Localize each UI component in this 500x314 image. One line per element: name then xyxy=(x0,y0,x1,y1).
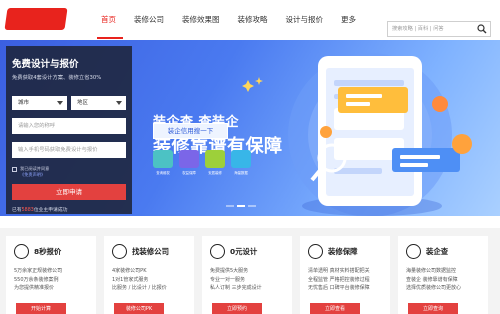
company-pk-button[interactable]: 装修公司PK xyxy=(114,303,164,314)
view-guarantee-button[interactable]: 立即查看 xyxy=(310,303,360,314)
name-input-placeholder: 请输入您的称呼 xyxy=(18,123,56,129)
feature-card-desc-line: 私人订制 三步完成设计 xyxy=(210,285,262,292)
calculator-icon xyxy=(14,244,29,259)
disclaimer-link[interactable]: 《免责声明》 xyxy=(20,172,45,178)
feature-card-quote: 8秒报价 5万余家正规装修公司 550万余条装修案例 为您提供精准报价 开始计算 xyxy=(6,236,96,314)
magnifier-icon xyxy=(112,244,127,259)
feature-card-desc-line: 选择优质装修公司更放心 xyxy=(406,285,462,292)
chevron-down-icon xyxy=(57,101,63,105)
applicant-count-number: 5883 xyxy=(21,208,34,213)
query-company-button[interactable]: 立即查询 xyxy=(408,303,458,314)
feature-card-desc-line: 550万余条装修案例 xyxy=(14,276,59,283)
tile-data[interactable]: 海量数据 xyxy=(231,150,251,175)
feature-card-title: 8秒报价 xyxy=(34,247,62,256)
site-header: 首页 装修公司 装修效果图 装修攻略 设计与报价 更多 搜索攻略 | 百科 | … xyxy=(0,0,500,40)
credit-search-button[interactable]: 装企信用搜一下 xyxy=(153,123,228,139)
feature-card-design: 0元设计 免费提供5大服务 专业一对一服务 私人订制 三步完成设计 立即预约 xyxy=(202,236,292,314)
district-select[interactable]: 地区 xyxy=(71,96,126,110)
nav-item-guides[interactable]: 装修攻略 xyxy=(229,0,277,40)
chevron-down-icon xyxy=(116,101,122,105)
feature-card-desc-line: 专业一对一服务 xyxy=(210,276,246,283)
district-select-value: 地区 xyxy=(77,100,89,106)
phone-input[interactable]: 输入手机号码获取免费设计与报价 xyxy=(12,142,126,158)
carousel-dot-active[interactable] xyxy=(237,205,245,207)
feature-card-title: 装企查 xyxy=(426,247,449,256)
search-box[interactable]: 搜索攻略 | 百科 | 问答 xyxy=(387,21,491,37)
form-title: 免费设计与报价 xyxy=(12,59,79,70)
feature-card-desc-line: 1对1管家式服务 xyxy=(112,276,149,283)
feature-tiles: 查询维权 权益保障 安居装修 海量数据 xyxy=(153,150,257,175)
feature-card-desc-line: 无忧售后 口碑平台装修保障 xyxy=(308,285,370,292)
carousel-dot[interactable] xyxy=(226,205,234,207)
tile-label: 海量数据 xyxy=(234,171,248,175)
tile-safe-decoration[interactable]: 安居装修 xyxy=(205,150,225,175)
feature-card-title: 装修保障 xyxy=(328,247,358,256)
feature-card-desc-line: 全程监管 严格把控装修过程 xyxy=(308,276,370,283)
start-calc-button[interactable]: 开始计算 xyxy=(16,303,66,314)
feature-card-desc: 免费提供5大服务 专业一对一服务 私人订制 三步完成设计 xyxy=(210,267,262,293)
file-icon xyxy=(406,244,421,259)
tile-rights[interactable]: 权益保障 xyxy=(179,150,199,175)
feature-card-company-check: 装企查 海量装修公司数据监控 查装企 装修靠谱有保障 选择优质装修公司更放心 立… xyxy=(398,236,488,314)
quote-form-panel: 免费设计与报价 免费获取4套设计方案、装修立省30% 城市 地区 请输入您的称呼… xyxy=(6,46,132,214)
shield-icon xyxy=(308,244,323,259)
form-subtitle: 免费获取4套设计方案、装修立省30% xyxy=(12,75,102,81)
tile-label: 安居装修 xyxy=(208,171,222,175)
agree-checkbox[interactable] xyxy=(12,167,17,172)
feature-card-desc: 4家装修公司PK 1对1管家式服务 比服务 / 比设计 / 比报价 xyxy=(112,267,167,293)
tile-label: 查询维权 xyxy=(156,171,170,175)
feature-card-desc: 5万余家正规装修公司 550万余条装修案例 为您提供精准报价 xyxy=(14,267,62,293)
pencil-icon xyxy=(210,244,225,259)
search-placeholder[interactable]: 搜索攻略 | 百科 | 问答 xyxy=(392,22,444,36)
feature-card-desc-line: 为您提供精准报价 xyxy=(14,285,55,292)
feature-card-desc-line: 海量装修公司数据监控 xyxy=(406,268,457,274)
city-select-value: 城市 xyxy=(18,100,30,106)
apply-button[interactable]: 立即申请 xyxy=(12,184,126,200)
name-input[interactable]: 请输入您的称呼 xyxy=(12,118,126,134)
nav-active-indicator xyxy=(97,37,123,39)
nav-item-companies[interactable]: 装修公司 xyxy=(125,0,173,40)
carousel-dots xyxy=(226,205,259,207)
feature-card-desc: 清单透明 真材实料搭配把关 全程监管 严格把控装修过程 无忧售后 口碑平台装修保… xyxy=(308,267,370,293)
tile-label: 权益保障 xyxy=(182,171,196,175)
applicant-count-prefix: 已有 xyxy=(12,208,22,213)
nav-item-more[interactable]: 更多 xyxy=(332,0,365,40)
query-icon xyxy=(153,150,173,168)
carousel-dot[interactable] xyxy=(248,205,256,207)
feature-card-title: 0元设计 xyxy=(230,247,258,256)
feature-card-desc-line: 4家装修公司PK xyxy=(112,268,147,274)
feature-section: 8秒报价 5万余家正规装修公司 550万余条装修案例 为您提供精准报价 开始计算… xyxy=(0,228,500,314)
book-design-button[interactable]: 立即预约 xyxy=(212,303,262,314)
city-select[interactable]: 城市 xyxy=(12,96,67,110)
nav-item-design-quote[interactable]: 设计与报价 xyxy=(277,0,333,40)
shield-icon xyxy=(179,150,199,168)
feature-card-desc: 海量装修公司数据监控 查装企 装修靠谱有保障 选择优质装修公司更放心 xyxy=(406,267,461,293)
nav-item-home[interactable]: 首页 xyxy=(92,0,125,40)
feature-card-company: 找装修公司 4家装修公司PK 1对1管家式服务 比服务 / 比设计 / 比报价 … xyxy=(104,236,194,314)
applicant-count: 已有5883位业主申请成功 xyxy=(12,206,67,213)
search-icon[interactable] xyxy=(477,24,487,34)
phone-input-placeholder: 输入手机号码获取免费设计与报价 xyxy=(18,147,98,153)
site-logo[interactable] xyxy=(4,8,68,30)
feature-card-title: 找装修公司 xyxy=(132,247,169,256)
feature-card-desc-line: 查装企 装修靠谱有保障 xyxy=(406,276,458,283)
home-icon xyxy=(205,150,225,168)
applicant-count-suffix: 位业主申请成功 xyxy=(33,208,68,213)
feature-card-guarantee: 装修保障 清单透明 真材实料搭配把关 全程监管 严格把控装修过程 无忧售后 口碑… xyxy=(300,236,390,314)
main-nav: 首页 装修公司 装修效果图 装修攻略 设计与报价 更多 xyxy=(92,0,365,40)
feature-card-desc-line: 清单透明 真材实料搭配把关 xyxy=(308,268,370,274)
tile-query[interactable]: 查询维权 xyxy=(153,150,173,175)
nav-item-gallery[interactable]: 装修效果图 xyxy=(173,0,229,40)
feature-card-desc-line: 比服务 / 比设计 / 比报价 xyxy=(112,285,167,292)
feature-card-desc-line: 5万余家正规装修公司 xyxy=(14,268,63,274)
database-icon xyxy=(231,150,251,168)
feature-card-desc-line: 免费提供5大服务 xyxy=(210,268,249,274)
